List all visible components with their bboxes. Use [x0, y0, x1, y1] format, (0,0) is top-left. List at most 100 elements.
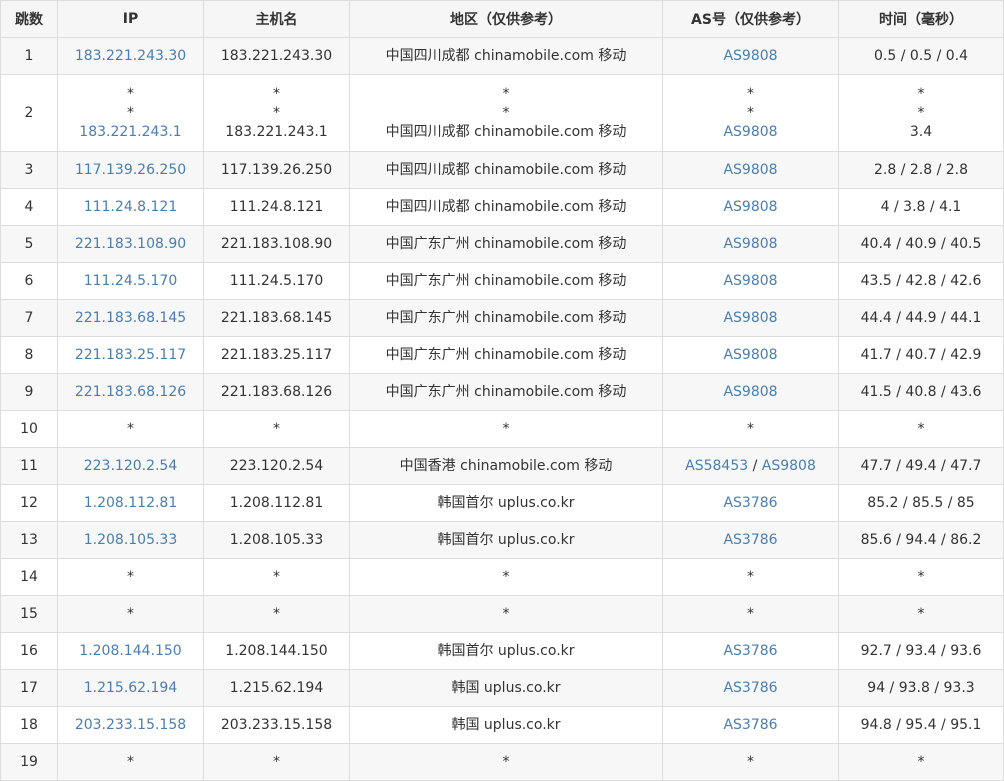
ip-cell: * — [57, 410, 204, 448]
asn-link[interactable]: AS9808 — [723, 124, 777, 140]
hop-number: 6 — [0, 262, 58, 300]
ip-link[interactable]: 221.183.108.90 — [75, 236, 186, 252]
asn-link[interactable]: AS3786 — [723, 717, 777, 733]
region-timeout: * — [502, 85, 510, 102]
asn-cell: * * AS9808 — [662, 74, 839, 152]
asn-link[interactable]: AS9808 — [723, 347, 777, 363]
asn-link[interactable]: AS9808 — [723, 199, 777, 215]
time-cell: 41.7 / 40.7 / 42.9 — [838, 336, 1004, 374]
time-cell: 85.6 / 94.4 / 86.2 — [838, 521, 1004, 559]
hostname-cell: * — [203, 410, 350, 448]
hostname-value: 183.221.243.1 — [225, 123, 328, 140]
hop-number: 10 — [0, 410, 58, 448]
hop-number: 16 — [0, 632, 58, 670]
asn-link[interactable]: AS3786 — [723, 495, 777, 511]
time-cell: 94.8 / 95.4 / 95.1 — [838, 706, 1004, 744]
asn-cell: AS9808 — [662, 373, 839, 411]
asn-link[interactable]: AS9808 — [723, 48, 777, 64]
region-cell: * — [349, 743, 663, 781]
ip-cell: 1.208.144.150 — [57, 632, 204, 670]
ip-link[interactable]: 203.233.15.158 — [75, 717, 186, 733]
ip-cell: 221.183.68.126 — [57, 373, 204, 411]
ip-link[interactable]: 221.183.25.117 — [75, 347, 186, 363]
ip-cell: 117.139.26.250 — [57, 151, 204, 189]
ip-cell: 203.233.15.158 — [57, 706, 204, 744]
ip-link[interactable]: 221.183.68.145 — [75, 310, 186, 326]
ip-cell: 1.215.62.194 — [57, 669, 204, 707]
hop-number: 14 — [0, 558, 58, 596]
asn-timeout: * — [747, 104, 754, 121]
time-cell: 2.8 / 2.8 / 2.8 — [838, 151, 1004, 189]
ip-link[interactable]: 1.215.62.194 — [84, 680, 178, 696]
ip-link[interactable]: 223.120.2.54 — [84, 458, 178, 474]
ip-cell: 221.183.25.117 — [57, 336, 204, 374]
asn-link[interactable]: AS9808 — [723, 236, 777, 252]
ip-link[interactable]: 1.208.112.81 — [84, 495, 178, 511]
asn-link[interactable]: AS9808 — [723, 162, 777, 178]
asn-link[interactable]: AS58453 — [685, 458, 748, 474]
asn-cell: AS3786 — [662, 521, 839, 559]
hostname-cell: 117.139.26.250 — [203, 151, 350, 189]
hostname-cell: * — [203, 595, 350, 633]
region-cell: 中国四川成都 chinamobile.com 移动 — [349, 37, 663, 75]
hostname-cell: * — [203, 743, 350, 781]
region-timeout: * — [502, 104, 510, 121]
hop-number: 7 — [0, 299, 58, 337]
ip-cell: 1.208.112.81 — [57, 484, 204, 522]
hostname-cell: 111.24.5.170 — [203, 262, 350, 300]
ip-cell: 221.183.108.90 — [57, 225, 204, 263]
hop-number: 13 — [0, 521, 58, 559]
region-value: 中国四川成都 chinamobile.com 移动 — [385, 123, 627, 140]
asn-link[interactable]: AS9808 — [723, 384, 777, 400]
ip-cell: 223.120.2.54 — [57, 447, 204, 485]
table-row: 19 * * * * * — [0, 743, 1004, 781]
hop-number: 2 — [0, 74, 58, 152]
table-row: 5 221.183.108.90 221.183.108.90 中国广东广州 c… — [0, 225, 1004, 263]
hostname-cell: 111.24.8.121 — [203, 188, 350, 226]
region-cell: 中国广东广州 chinamobile.com 移动 — [349, 336, 663, 374]
traceroute-table: 跳数 IP 主机名 地区（仅供参考） AS号（仅供参考） 时间（毫秒） 1 18… — [0, 0, 1004, 781]
asn-cell: AS9808 — [662, 188, 839, 226]
hostname-cell: 203.233.15.158 — [203, 706, 350, 744]
time-cell: * — [838, 743, 1004, 781]
ip-link[interactable]: 111.24.5.170 — [84, 273, 178, 289]
hostname-cell: 1.215.62.194 — [203, 669, 350, 707]
asn-cell: AS58453 / AS9808 — [662, 447, 839, 485]
time-cell: 0.5 / 0.5 / 0.4 — [838, 37, 1004, 75]
asn-link[interactable]: AS3786 — [723, 680, 777, 696]
asn-link[interactable]: AS9808 — [723, 310, 777, 326]
asn-cell: AS9808 — [662, 336, 839, 374]
ip-link[interactable]: 183.221.243.1 — [79, 124, 181, 140]
asn-link[interactable]: AS3786 — [723, 532, 777, 548]
table-row: 15 * * * * * — [0, 595, 1004, 633]
asn-link[interactable]: AS3786 — [723, 643, 777, 659]
ip-link[interactable]: 111.24.8.121 — [84, 199, 178, 215]
region-cell: 中国四川成都 chinamobile.com 移动 — [349, 188, 663, 226]
hop-number: 4 — [0, 188, 58, 226]
region-cell: * — [349, 595, 663, 633]
hop-number: 17 — [0, 669, 58, 707]
ip-link[interactable]: 1.208.105.33 — [84, 532, 178, 548]
asn-cell: AS9808 — [662, 262, 839, 300]
column-header-hop: 跳数 — [0, 0, 58, 38]
hostname-cell: 221.183.25.117 — [203, 336, 350, 374]
region-cell: 韩国 uplus.co.kr — [349, 669, 663, 707]
hop-number: 15 — [0, 595, 58, 633]
region-cell: 韩国首尔 uplus.co.kr — [349, 521, 663, 559]
asn-cell: AS3786 — [662, 669, 839, 707]
asn-timeout: * — [747, 85, 754, 102]
table-row: 2 * * 183.221.243.1 * * 183.221.243.1 * … — [0, 74, 1004, 152]
ip-link[interactable]: 117.139.26.250 — [75, 162, 186, 178]
ip-cell: 1.208.105.33 — [57, 521, 204, 559]
table-row: 8 221.183.25.117 221.183.25.117 中国广东广州 c… — [0, 336, 1004, 374]
hostname-cell: * * 183.221.243.1 — [203, 74, 350, 152]
ip-link[interactable]: 1.208.144.150 — [79, 643, 181, 659]
asn-link[interactable]: AS9808 — [723, 273, 777, 289]
ip-link[interactable]: 221.183.68.126 — [75, 384, 186, 400]
asn-link[interactable]: AS9808 — [762, 458, 816, 474]
region-cell: * * 中国四川成都 chinamobile.com 移动 — [349, 74, 663, 152]
table-row: 12 1.208.112.81 1.208.112.81 韩国首尔 uplus.… — [0, 484, 1004, 522]
hop-number: 19 — [0, 743, 58, 781]
ip-link[interactable]: 183.221.243.30 — [75, 48, 186, 64]
ip-timeout: * — [127, 104, 134, 121]
